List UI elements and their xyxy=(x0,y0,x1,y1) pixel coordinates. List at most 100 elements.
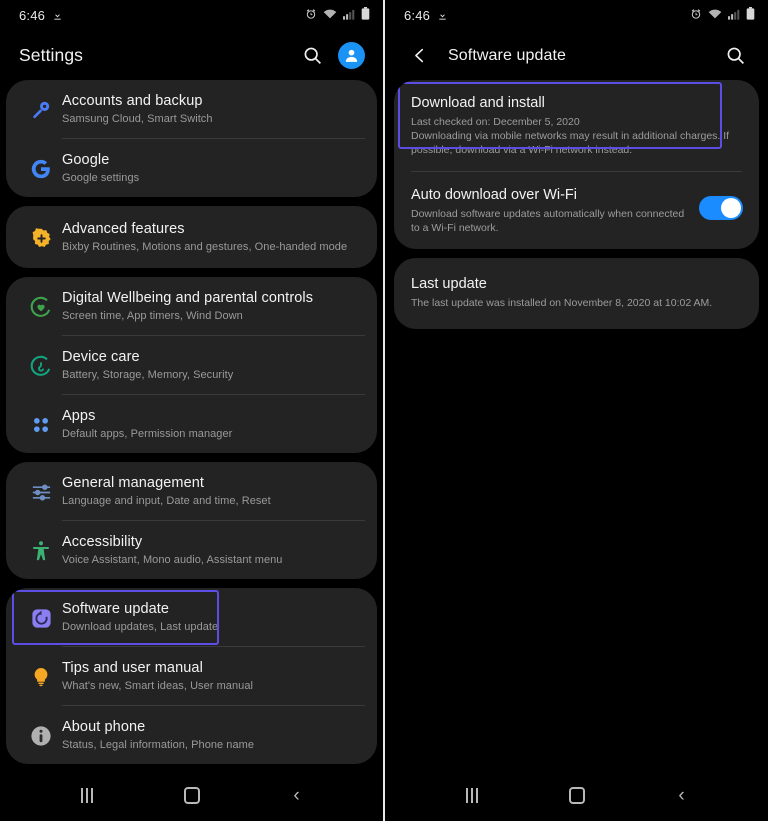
sliders-icon xyxy=(20,475,62,509)
signal-icon xyxy=(343,7,355,25)
sidebar-item-advanced-features[interactable]: Advanced features Bixby Routines, Motion… xyxy=(6,206,377,268)
back-icon[interactable]: ‹ xyxy=(277,776,317,816)
settings-group: Digital Wellbeing and parental controls … xyxy=(6,277,377,453)
last-update-card: Last update The last update was installe… xyxy=(394,258,759,329)
sidebar-item-accessibility[interactable]: Accessibility Voice Assistant, Mono audi… xyxy=(6,521,377,579)
item-title: Digital Wellbeing and parental controls xyxy=(62,290,314,306)
navigation-bar-left: ‹ xyxy=(0,770,383,821)
search-icon[interactable] xyxy=(297,41,327,71)
item-title: Accessibility xyxy=(62,534,143,550)
item-subtitle: Default apps, Permission manager xyxy=(62,428,233,440)
download-icon xyxy=(52,10,63,21)
key-icon xyxy=(20,93,62,127)
settings-group: Advanced features Bixby Routines, Motion… xyxy=(6,206,377,268)
sidebar-item-google[interactable]: Google Google settings xyxy=(6,139,377,197)
sidebar-item-device-care[interactable]: Device care Battery, Storage, Memory, Se… xyxy=(6,336,377,394)
item-subtitle: Samsung Cloud, Smart Switch xyxy=(62,113,213,125)
recents-icon[interactable] xyxy=(452,776,492,816)
item-title: Tips and user manual xyxy=(62,660,203,676)
download-warning-text: Downloading via mobile networks may resu… xyxy=(411,130,730,156)
item-subtitle: Voice Assistant, Mono audio, Assistant m… xyxy=(62,554,283,566)
auto-download-toggle[interactable] xyxy=(699,196,743,220)
row-title: Auto download over Wi-Fi xyxy=(411,187,578,203)
status-time: 6:46 xyxy=(19,8,46,23)
download-icon xyxy=(437,10,448,21)
sidebar-item-software-update[interactable]: Software update Download updates, Last u… xyxy=(6,588,377,646)
status-icons xyxy=(305,6,370,25)
last-update-row[interactable]: Last update The last update was installe… xyxy=(394,258,759,329)
info-circle-icon xyxy=(20,719,62,753)
item-subtitle: Google settings xyxy=(62,172,140,184)
item-subtitle: Bixby Routines, Motions and gestures, On… xyxy=(62,241,348,253)
toggle-knob xyxy=(721,198,741,218)
home-icon[interactable] xyxy=(557,776,597,816)
download-and-install-row[interactable]: Download and install Last checked on: De… xyxy=(394,80,759,171)
alarm-icon xyxy=(690,7,702,25)
sidebar-item-tips-and-user-manual[interactable]: Tips and user manual What's new, Smart i… xyxy=(6,647,377,705)
row-title: Last update xyxy=(411,276,487,292)
apps-grid-icon xyxy=(20,408,62,442)
sidebar-item-accounts-and-backup[interactable]: Accounts and backup Samsung Cloud, Smart… xyxy=(6,80,377,138)
last-checked-text: Last checked on: December 5, 2020 xyxy=(411,116,580,128)
battery-icon xyxy=(746,6,755,25)
row-title: Download and install xyxy=(411,95,545,111)
item-title: Device care xyxy=(62,349,140,365)
software-update-screen: 6:46 Software update Download and instal… xyxy=(385,0,768,821)
settings-group: Accounts and backup Samsung Cloud, Smart… xyxy=(6,80,377,197)
item-subtitle: Battery, Storage, Memory, Security xyxy=(62,369,234,381)
sidebar-item-digital-wellbeing[interactable]: Digital Wellbeing and parental controls … xyxy=(6,277,377,335)
software-update-icon xyxy=(20,601,62,635)
wifi-icon xyxy=(323,7,337,25)
recents-icon[interactable] xyxy=(67,776,107,816)
battery-icon xyxy=(361,6,370,25)
item-subtitle: What's new, Smart ideas, User manual xyxy=(62,680,253,692)
software-update-list[interactable]: Download and install Last checked on: De… xyxy=(385,80,768,770)
signal-icon xyxy=(728,7,740,25)
account-avatar-icon[interactable] xyxy=(338,42,365,69)
search-icon[interactable] xyxy=(720,41,750,71)
sidebar-item-about-phone[interactable]: About phone Status, Legal information, P… xyxy=(6,706,377,764)
sidebar-item-general-management[interactable]: General management Language and input, D… xyxy=(6,462,377,520)
item-subtitle: Screen time, App timers, Wind Down xyxy=(62,310,243,322)
dual-screenshot: 6:46 Settings Accounts and backup Samsun… xyxy=(0,0,768,821)
settings-group: General management Language and input, D… xyxy=(6,462,377,579)
row-subtitle: Download software updates automatically … xyxy=(411,208,685,234)
status-bar-right: 6:46 xyxy=(385,0,768,31)
gear-plus-icon xyxy=(20,221,62,255)
item-title: Accounts and backup xyxy=(62,93,203,109)
item-title: Google xyxy=(62,152,110,168)
item-title: About phone xyxy=(62,719,146,735)
sidebar-item-apps[interactable]: Apps Default apps, Permission manager xyxy=(6,395,377,453)
action-bar-right: Software update xyxy=(385,31,768,80)
lightbulb-icon xyxy=(20,660,62,694)
status-bar-left: 6:46 xyxy=(0,0,383,31)
item-title: Software update xyxy=(62,601,170,617)
device-care-icon xyxy=(20,349,62,383)
settings-group: Software update Download updates, Last u… xyxy=(6,588,377,764)
alarm-icon xyxy=(305,7,317,25)
action-bar-left: Settings xyxy=(0,31,383,80)
item-title: Advanced features xyxy=(62,221,185,237)
item-title: General management xyxy=(62,475,205,491)
settings-list[interactable]: Accounts and backup Samsung Cloud, Smart… xyxy=(0,80,383,770)
update-actions-card: Download and install Last checked on: De… xyxy=(394,80,759,249)
item-subtitle: Download updates, Last update xyxy=(62,621,219,633)
auto-download-row[interactable]: Auto download over Wi-Fi Download softwa… xyxy=(394,172,759,249)
wifi-icon xyxy=(708,7,722,25)
item-title: Apps xyxy=(62,408,96,424)
home-icon[interactable] xyxy=(172,776,212,816)
settings-screen: 6:46 Settings Accounts and backup Samsun… xyxy=(0,0,383,821)
wellbeing-heart-icon xyxy=(20,290,62,324)
row-subtitle: The last update was installed on Novembe… xyxy=(411,297,713,309)
page-title: Software update xyxy=(448,46,567,64)
back-icon[interactable]: ‹ xyxy=(662,776,702,816)
google-g-icon xyxy=(20,152,62,186)
accessibility-person-icon xyxy=(20,534,62,568)
status-icons xyxy=(690,6,755,25)
item-subtitle: Status, Legal information, Phone name xyxy=(62,739,255,751)
item-subtitle: Language and input, Date and time, Reset xyxy=(62,495,271,507)
page-title: Settings xyxy=(19,45,84,65)
navigation-bar-right: ‹ xyxy=(385,770,768,821)
status-time: 6:46 xyxy=(404,8,431,23)
back-arrow-icon[interactable] xyxy=(404,41,434,71)
